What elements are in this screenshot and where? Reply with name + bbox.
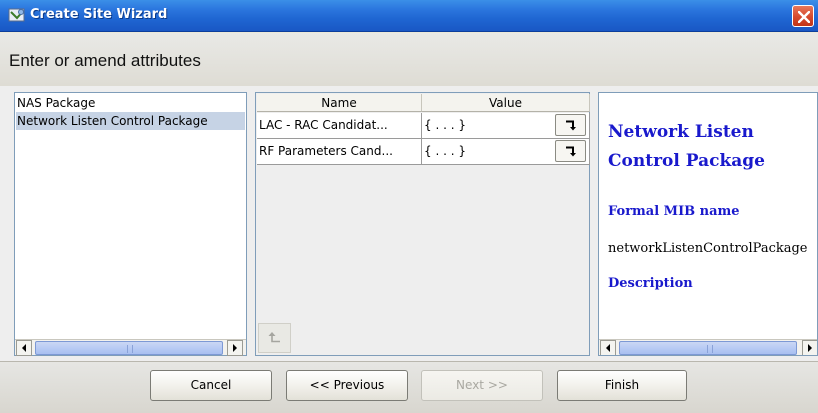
scrollbar-thumb[interactable]	[35, 341, 223, 355]
package-list-horizontal-scrollbar[interactable]	[15, 339, 246, 356]
title-bar[interactable]: Create Site Wizard	[0, 0, 818, 32]
edit-value-button[interactable]	[555, 114, 586, 136]
attribute-name-cell[interactable]: RF Parameters Cand...	[257, 139, 422, 165]
up-return-arrow-icon	[268, 332, 280, 343]
edit-value-button[interactable]	[555, 140, 586, 162]
formal-mib-name-label: Formal MIB name	[608, 204, 740, 219]
description-panel[interactable]: Network Listen Control Package Formal MI…	[598, 92, 818, 356]
list-item-label: Network Listen Control Package	[17, 114, 208, 128]
formal-mib-name-value: networkListenControlPackage	[608, 241, 808, 256]
list-item-network-listen-control-package[interactable]: Network Listen Control Package	[16, 112, 245, 130]
scroll-left-button[interactable]	[600, 340, 616, 355]
column-header-name[interactable]: Name	[257, 94, 422, 112]
finish-button[interactable]: Finish	[557, 370, 687, 401]
description-horizontal-scrollbar[interactable]	[599, 339, 817, 355]
package-list[interactable]: NAS Package Network Listen Control Packa…	[14, 92, 247, 356]
arrow-left-icon	[606, 344, 610, 352]
navigate-up-button[interactable]	[258, 323, 291, 353]
next-button[interactable]: Next >>	[421, 370, 543, 401]
description-label: Description	[608, 276, 693, 291]
previous-button[interactable]: << Previous	[286, 370, 408, 401]
window-title: Create Site Wizard	[30, 7, 168, 22]
wizard-globe-icon	[8, 7, 26, 24]
arrow-right-icon	[808, 344, 812, 352]
attribute-value-cell[interactable]: { . . . }	[422, 113, 590, 139]
page-title: Enter or amend attributes	[9, 51, 201, 70]
enter-arrow-icon	[566, 146, 576, 157]
cancel-button[interactable]: Cancel	[150, 370, 272, 401]
list-item-label: NAS Package	[17, 96, 96, 110]
arrow-right-icon	[233, 344, 237, 352]
close-icon	[798, 11, 810, 23]
scroll-right-button[interactable]	[227, 340, 243, 356]
attributes-table[interactable]: Name Value LAC - RAC Candidat... { . . .…	[255, 92, 590, 356]
scrollbar-thumb[interactable]	[619, 341, 797, 355]
grip-icon	[127, 345, 133, 353]
arrow-left-icon	[22, 344, 26, 352]
scroll-right-button[interactable]	[802, 340, 817, 355]
column-header-value[interactable]: Value	[422, 94, 590, 112]
close-button[interactable]	[792, 5, 814, 27]
attribute-name-cell[interactable]: LAC - RAC Candidat...	[257, 113, 422, 139]
attribute-value-cell[interactable]: { . . . }	[422, 139, 590, 165]
description-title: Network Listen Control Package	[608, 122, 765, 171]
list-item-nas-package[interactable]: NAS Package	[16, 94, 245, 112]
scroll-left-button[interactable]	[16, 340, 32, 356]
enter-arrow-icon	[566, 120, 576, 131]
wizard-header: Enter or amend attributes	[0, 33, 818, 86]
grip-icon	[707, 345, 713, 353]
wizard-footer: Cancel << Previous Next >> Finish	[0, 361, 818, 413]
